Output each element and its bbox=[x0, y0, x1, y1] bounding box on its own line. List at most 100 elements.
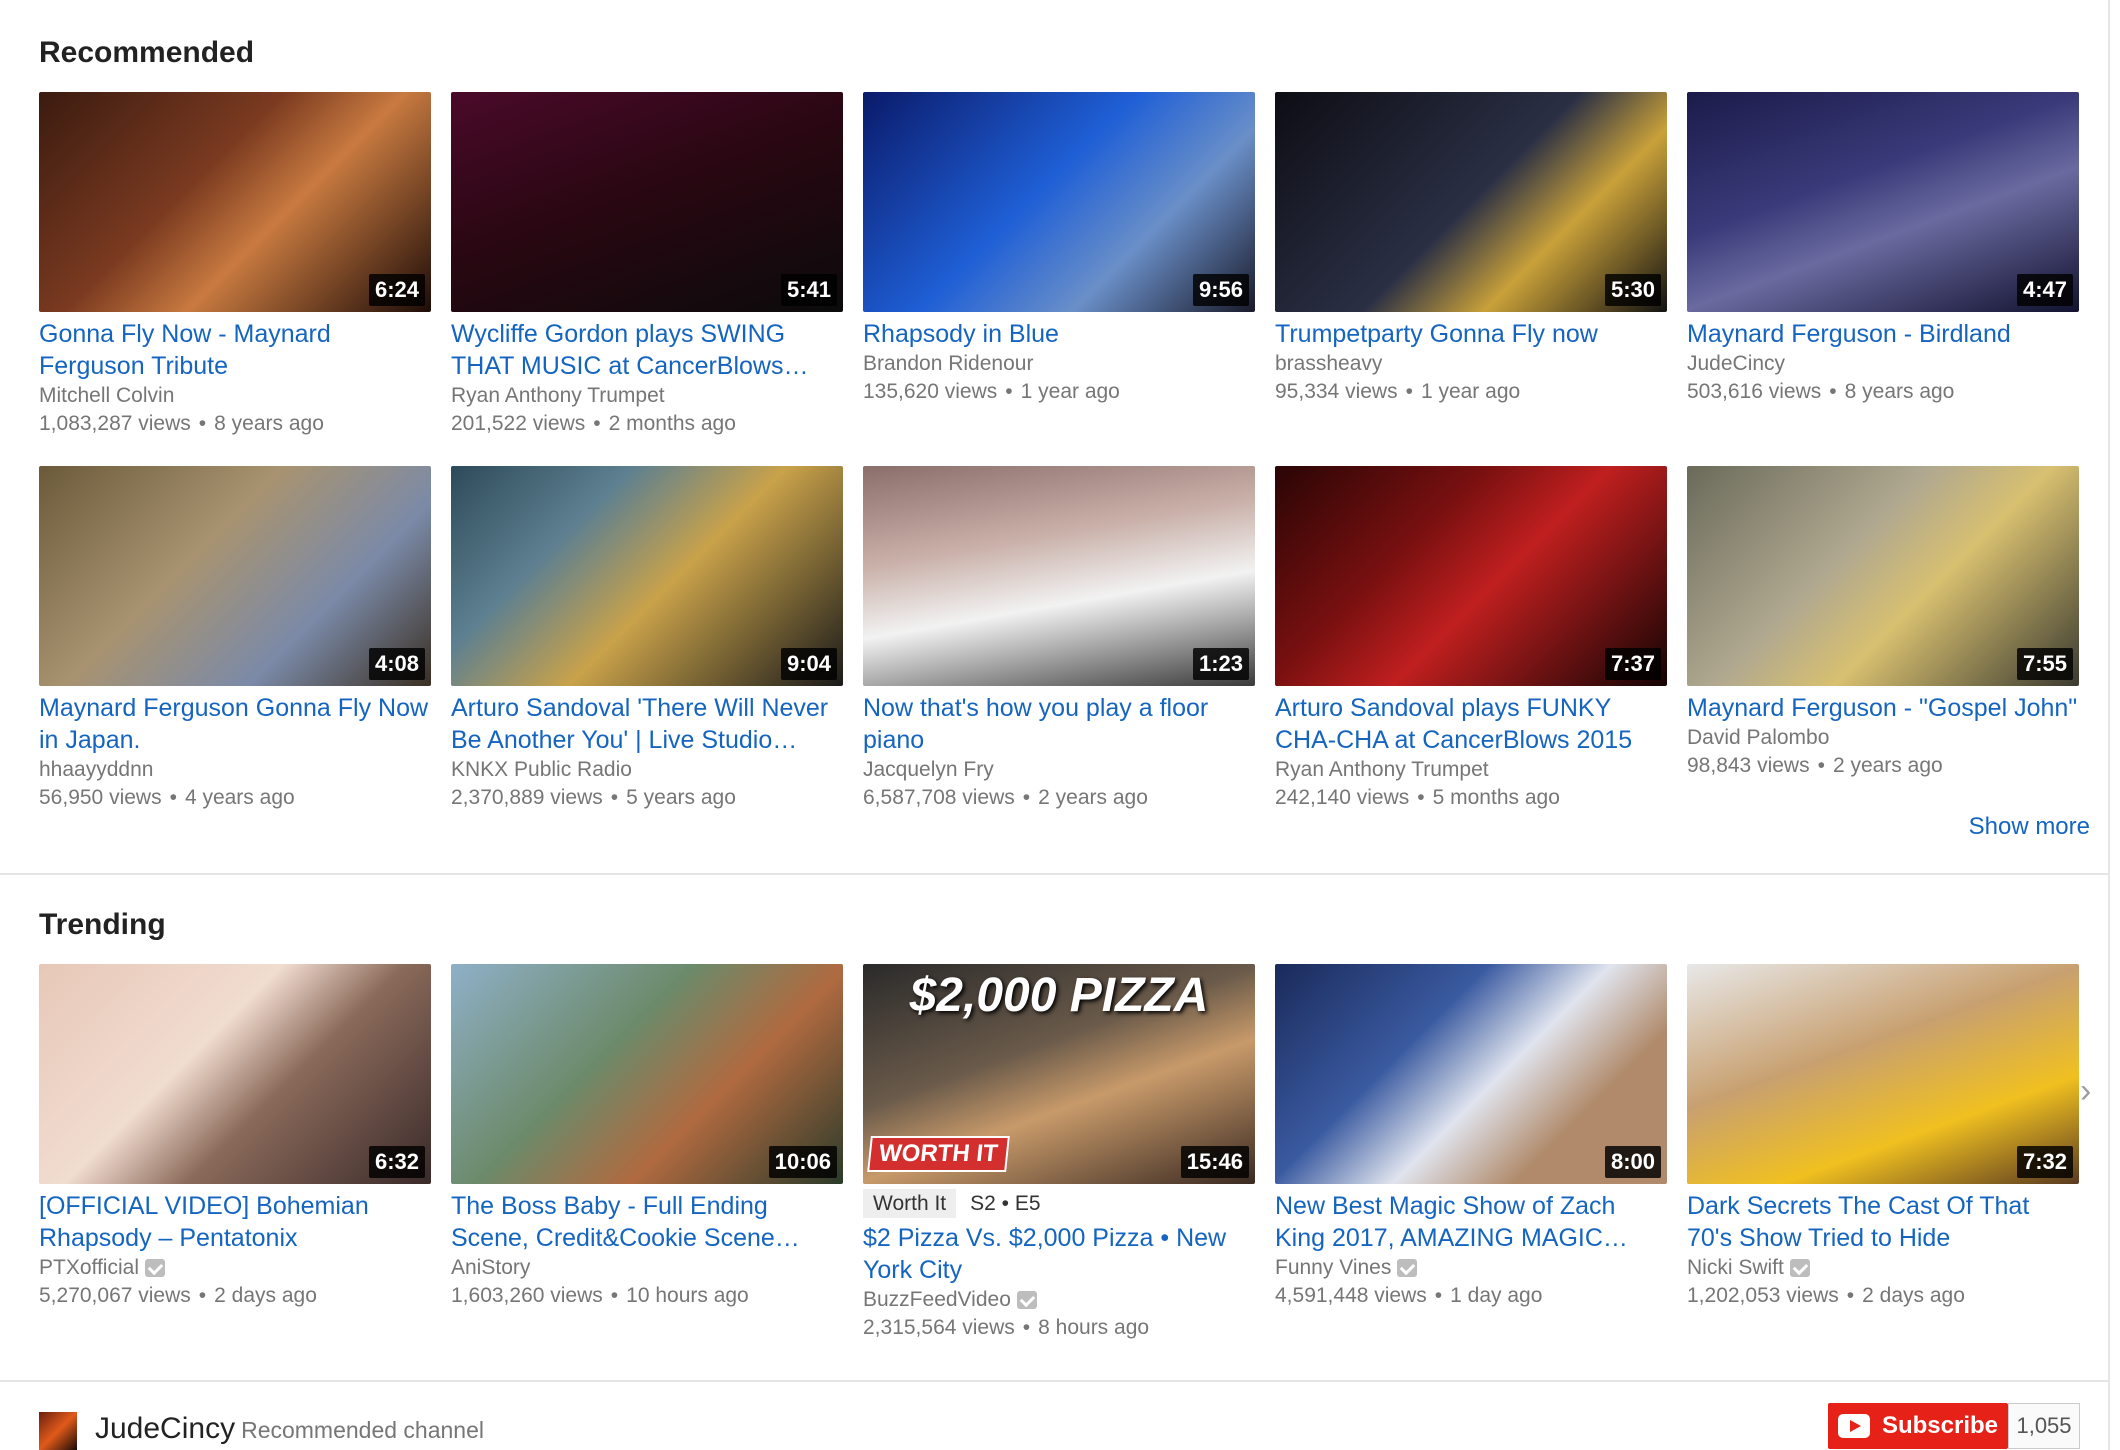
video-card[interactable]: 4:08 Maynard Ferguson Gonna Fly Now in J… bbox=[39, 466, 431, 812]
channel-name[interactable]: BuzzFeedVideo bbox=[863, 1288, 1011, 1311]
video-card[interactable]: 6:32 [OFFICIAL VIDEO] Bohemian Rhapsody … bbox=[39, 964, 431, 1342]
video-thumbnail[interactable]: 7:55 bbox=[1687, 466, 2079, 686]
video-card[interactable]: 9:56 Rhapsody in Blue Brandon Ridenour 1… bbox=[863, 92, 1255, 438]
video-card[interactable]: 5:30 Trumpetparty Gonna Fly now brasshea… bbox=[1275, 92, 1667, 438]
video-card[interactable]: 7:55 Maynard Ferguson - "Gospel John" Da… bbox=[1687, 466, 2079, 812]
video-meta: 98,843 views • 2 years ago bbox=[1687, 754, 1943, 777]
channel-title-link[interactable]: JudeCincy bbox=[95, 1412, 235, 1445]
section-divider bbox=[0, 1380, 2108, 1382]
thumbnail-overlay-text: $2,000 PIZZA bbox=[909, 969, 1209, 1022]
video-title-link[interactable]: Arturo Sandoval 'There Will Never Be Ano… bbox=[451, 692, 843, 756]
channel-name[interactable]: Brandon Ridenour bbox=[863, 350, 1255, 378]
upload-age: 2 days ago bbox=[214, 1284, 317, 1307]
video-title-link[interactable]: Rhapsody in Blue bbox=[863, 318, 1255, 350]
video-card[interactable]: 4:47 Maynard Ferguson - Birdland JudeCin… bbox=[1687, 92, 2079, 438]
channel-name[interactable]: Ryan Anthony Trumpet bbox=[451, 382, 843, 410]
video-title-link[interactable]: Gonna Fly Now - Maynard Ferguson Tribute bbox=[39, 318, 431, 382]
video-title-link[interactable]: Trumpetparty Gonna Fly now bbox=[1275, 318, 1667, 350]
channel-name[interactable]: Mitchell Colvin bbox=[39, 382, 431, 410]
channel-avatar[interactable] bbox=[39, 1412, 77, 1450]
duration-badge: 5:41 bbox=[780, 274, 837, 306]
video-card[interactable]: 1:23 Now that's how you play a floor pia… bbox=[863, 466, 1255, 812]
video-title-link[interactable]: New Best Magic Show of Zach King 2017, A… bbox=[1275, 1190, 1667, 1254]
video-thumbnail[interactable]: 8:00 bbox=[1275, 964, 1667, 1184]
video-thumbnail[interactable]: 5:30 bbox=[1275, 92, 1667, 312]
subscribe-label: Subscribe bbox=[1881, 1412, 1999, 1439]
channel-name[interactable]: JudeCincy bbox=[1687, 350, 2079, 378]
video-card[interactable]: 5:41 Wycliffe Gordon plays SWING THAT MU… bbox=[451, 92, 843, 438]
video-meta: 503,616 views • 8 years ago bbox=[1687, 380, 1955, 403]
channel-name[interactable]: hhaayyddnn bbox=[39, 756, 431, 784]
video-card[interactable]: 8:00 New Best Magic Show of Zach King 20… bbox=[1275, 964, 1667, 1342]
show-more-link[interactable]: Show more bbox=[1969, 813, 2090, 841]
view-count: 5,270,067 views bbox=[39, 1284, 191, 1307]
video-meta: 1,603,260 views • 10 hours ago bbox=[451, 1284, 749, 1307]
video-card[interactable]: 6:24 Gonna Fly Now - Maynard Ferguson Tr… bbox=[39, 92, 431, 438]
upload-age: 4 years ago bbox=[184, 786, 295, 809]
channel-name[interactable]: PTXofficial bbox=[39, 1256, 139, 1279]
video-title-link[interactable]: Maynard Ferguson - Birdland bbox=[1687, 318, 2079, 350]
video-thumbnail[interactable]: 9:04 bbox=[451, 466, 843, 686]
video-thumbnail[interactable]: 7:32 bbox=[1687, 964, 2079, 1184]
video-thumbnail[interactable]: $2,000 PIZZA WORTH IT 15:46 bbox=[863, 964, 1255, 1184]
view-count: 6,587,708 views bbox=[863, 786, 1015, 809]
video-thumbnail[interactable]: 10:06 bbox=[451, 964, 843, 1184]
video-meta: 1,202,053 views • 2 days ago bbox=[1687, 1284, 1965, 1307]
section-title-trending: Trending bbox=[39, 908, 166, 941]
video-title-link[interactable]: $2 Pizza Vs. $2,000 Pizza • New York Cit… bbox=[863, 1222, 1255, 1286]
video-meta: 135,620 views • 1 year ago bbox=[863, 380, 1120, 403]
channel-name[interactable]: Funny Vines bbox=[1275, 1256, 1391, 1279]
duration-badge: 7:32 bbox=[2016, 1146, 2073, 1178]
video-title-link[interactable]: Now that's how you play a floor piano bbox=[863, 692, 1255, 756]
worth-it-badge: WORTH IT bbox=[867, 1136, 1010, 1172]
duration-badge: 9:56 bbox=[1192, 274, 1249, 306]
video-thumbnail[interactable]: 7:37 bbox=[1275, 466, 1667, 686]
video-thumbnail[interactable]: 6:24 bbox=[39, 92, 431, 312]
video-title-link[interactable]: The Boss Baby - Full Ending Scene, Credi… bbox=[451, 1190, 843, 1254]
duration-badge: 10:06 bbox=[768, 1146, 837, 1178]
verified-check-icon bbox=[1016, 1291, 1037, 1310]
chevron-right-icon[interactable]: › bbox=[2080, 1074, 2102, 1108]
channel-name[interactable]: AniStory bbox=[451, 1254, 843, 1282]
video-meta: 4,591,448 views • 1 day ago bbox=[1275, 1284, 1543, 1307]
duration-badge: 1:23 bbox=[1192, 648, 1249, 680]
video-card[interactable]: 7:37 Arturo Sandoval plays FUNKY CHA-CHA… bbox=[1275, 466, 1667, 812]
video-meta: 1,083,287 views • 8 years ago bbox=[39, 412, 324, 435]
view-count: 2,370,889 views bbox=[451, 786, 603, 809]
channel-name[interactable]: brassheavy bbox=[1275, 350, 1667, 378]
video-thumbnail[interactable]: 5:41 bbox=[451, 92, 843, 312]
video-title-link[interactable]: Maynard Ferguson - "Gospel John" bbox=[1687, 692, 2079, 724]
series-pill[interactable]: Worth It bbox=[863, 1189, 957, 1218]
video-thumbnail[interactable]: 4:47 bbox=[1687, 92, 2079, 312]
video-card[interactable]: 10:06 The Boss Baby - Full Ending Scene,… bbox=[451, 964, 843, 1342]
series-info: Worth It S2 • E5 bbox=[863, 1189, 1255, 1218]
video-thumbnail[interactable]: 1:23 bbox=[863, 466, 1255, 686]
video-thumbnail[interactable]: 4:08 bbox=[39, 466, 431, 686]
video-title-link[interactable]: Maynard Ferguson Gonna Fly Now in Japan. bbox=[39, 692, 431, 756]
channel-name-row: PTXofficial bbox=[39, 1254, 431, 1282]
video-card[interactable]: 7:32 Dark Secrets The Cast Of That 70's … bbox=[1687, 964, 2079, 1342]
video-title-link[interactable]: Arturo Sandoval plays FUNKY CHA-CHA at C… bbox=[1275, 692, 1667, 756]
upload-age: 2 years ago bbox=[1038, 786, 1148, 809]
channel-name-row: Nicki Swift bbox=[1687, 1254, 2079, 1282]
channel-subtitle: Recommended channel bbox=[241, 1417, 485, 1443]
channel-name[interactable]: David Palombo bbox=[1687, 724, 2079, 752]
video-card[interactable]: 9:04 Arturo Sandoval 'There Will Never B… bbox=[451, 466, 843, 812]
duration-badge: 6:32 bbox=[368, 1146, 425, 1178]
video-title-link[interactable]: [OFFICIAL VIDEO] Bohemian Rhapsody – Pen… bbox=[39, 1190, 431, 1254]
channel-name[interactable]: Jacquelyn Fry bbox=[863, 756, 1255, 784]
subscribe-button[interactable]: Subscribe bbox=[1828, 1403, 2008, 1449]
video-title-link[interactable]: Wycliffe Gordon plays SWING THAT MUSIC a… bbox=[451, 318, 843, 382]
upload-age: 2 days ago bbox=[1862, 1284, 1965, 1307]
channel-name-row: Funny Vines bbox=[1275, 1254, 1667, 1282]
video-thumbnail[interactable]: 6:32 bbox=[39, 964, 431, 1184]
video-meta: 95,334 views • 1 year ago bbox=[1275, 380, 1521, 403]
channel-name[interactable]: Ryan Anthony Trumpet bbox=[1275, 756, 1667, 784]
upload-age: 2 months ago bbox=[608, 412, 736, 435]
channel-name[interactable]: Nicki Swift bbox=[1687, 1256, 1784, 1279]
video-title-link[interactable]: Dark Secrets The Cast Of That 70's Show … bbox=[1687, 1190, 2079, 1254]
video-thumbnail[interactable]: 9:56 bbox=[863, 92, 1255, 312]
channel-name[interactable]: KNKX Public Radio bbox=[451, 756, 843, 784]
verified-check-icon bbox=[145, 1259, 165, 1278]
video-card[interactable]: $2,000 PIZZA WORTH IT 15:46 Worth It S2 •… bbox=[863, 964, 1255, 1342]
